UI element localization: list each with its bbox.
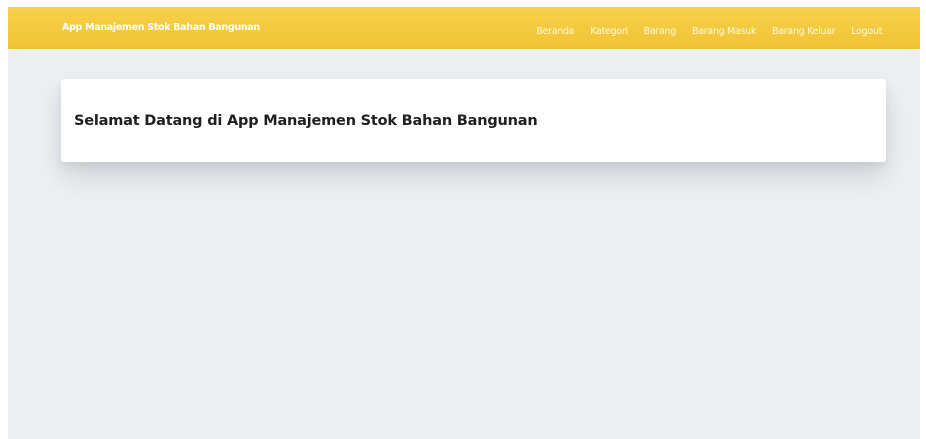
brand-link[interactable]: App Manajemen Stok Bahan Bangunan	[62, 7, 260, 49]
nav-item-barang-keluar[interactable]: Barang Keluar	[756, 26, 836, 37]
nav-item-logout[interactable]: Logout	[835, 26, 882, 37]
nav-item-kategori[interactable]: Kategori	[574, 26, 628, 37]
nav-menu: Beranda Kategori Barang Barang Masuk Bar…	[520, 7, 882, 49]
nav-item-barang-masuk[interactable]: Barang Masuk	[676, 26, 756, 37]
app-viewport: App Manajemen Stok Bahan Bangunan Berand…	[8, 7, 920, 439]
welcome-card: Selamat Datang di App Manajemen Stok Bah…	[61, 79, 886, 162]
nav-item-barang[interactable]: Barang	[628, 26, 677, 37]
nav-item-beranda[interactable]: Beranda	[520, 26, 574, 37]
welcome-title: Selamat Datang di App Manajemen Stok Bah…	[74, 113, 538, 129]
top-navbar: App Manajemen Stok Bahan Bangunan Berand…	[8, 7, 920, 49]
